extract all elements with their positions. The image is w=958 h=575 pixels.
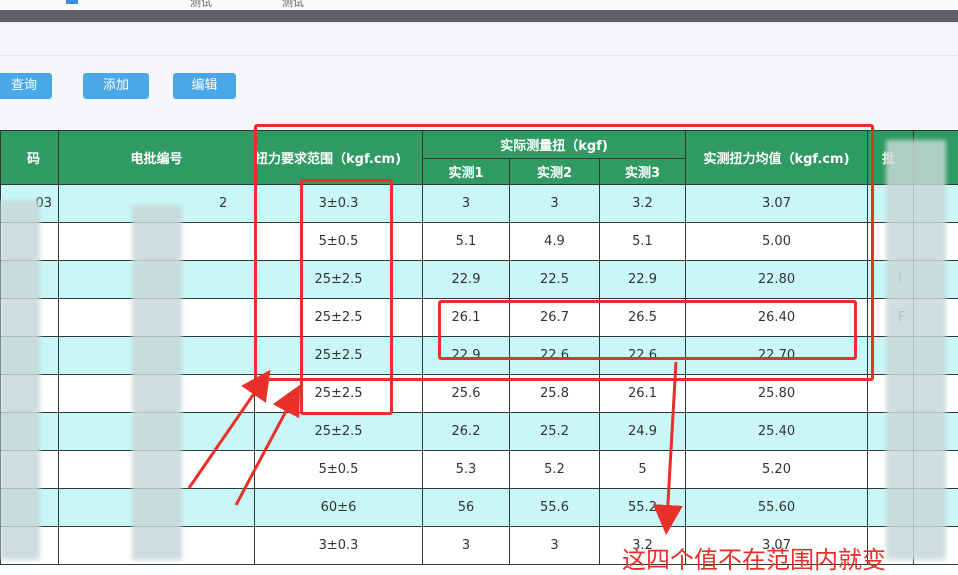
arrow-left-2 <box>236 398 293 505</box>
annotation-arrows <box>0 0 958 560</box>
annotation-text: 这四个值不在范围内就变 <box>622 540 886 575</box>
arrow-left-1 <box>189 382 262 488</box>
arrow-down <box>667 362 676 520</box>
